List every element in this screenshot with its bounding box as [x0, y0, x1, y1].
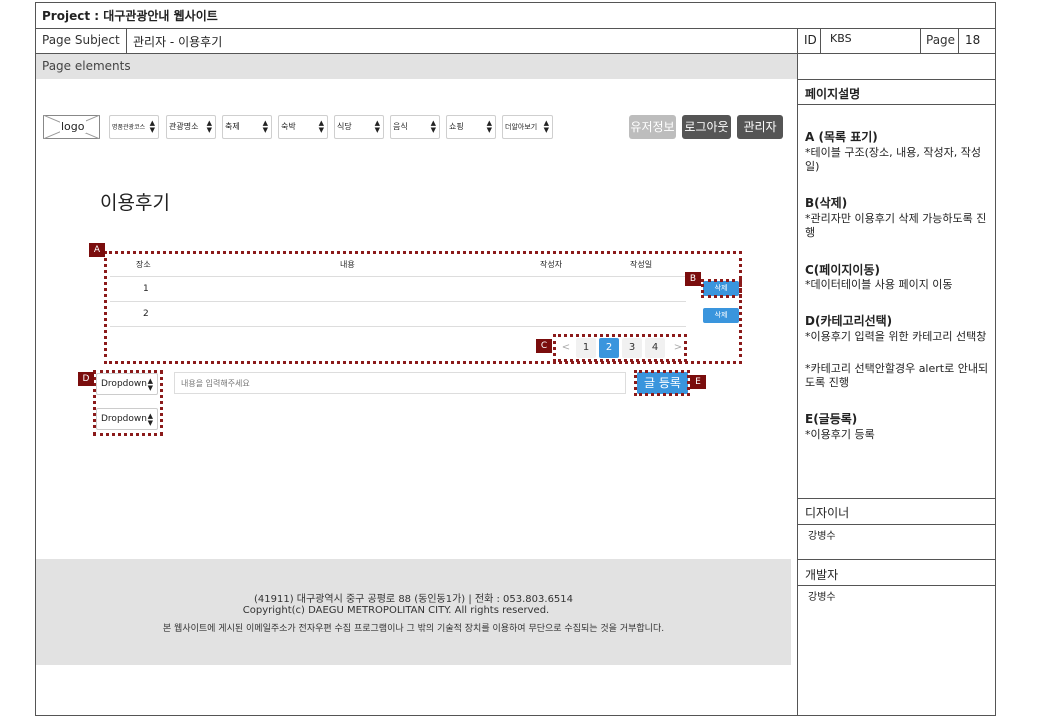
select-arrows-icon: ▲ ▼ [374, 119, 380, 134]
menu-select-attractions[interactable]: 관광명소 ▲ ▼ [166, 115, 216, 139]
logo[interactable]: logo [43, 115, 100, 139]
designer-label: 디자이너 [805, 506, 850, 520]
divider [920, 28, 921, 53]
logo-text: logo [60, 120, 86, 133]
id-value: KBS [830, 32, 852, 45]
divider [797, 104, 996, 105]
menu-select-food[interactable]: 음식 ▲ ▼ [390, 115, 440, 139]
footer-copyright: Copyright(c) DAEGU METROPOLITAN CITY. Al… [242, 605, 550, 616]
divider [35, 28, 996, 29]
menu-select-festival[interactable]: 축제 ▲ ▼ [222, 115, 272, 139]
desc-e-body: *이용후기 등록 [805, 428, 875, 441]
page-elements-band [36, 54, 797, 79]
desc-b-head: B(삭제) [805, 196, 848, 210]
side-title: 페이지설명 [805, 87, 861, 101]
subject-value: 관리자 - 이용후기 [133, 35, 223, 49]
desc-d-head: D(카테고리선택) [805, 314, 893, 328]
annotation-box-d [93, 370, 163, 436]
select-arrows-icon: ▲ ▼ [262, 119, 268, 134]
annotation-tag-a: A [89, 243, 105, 257]
select-arrows-icon: ▲ ▼ [543, 119, 549, 134]
annotation-box-b [701, 279, 742, 298]
divider [126, 28, 127, 53]
user-info-button[interactable]: 유저정보 [629, 115, 676, 139]
admin-button[interactable]: 관리자 [737, 115, 783, 139]
divider [797, 79, 996, 80]
subject-label: Page Subject [42, 33, 120, 47]
desc-a-head: A (목록 표기) [805, 130, 878, 144]
footer-notice: 본 웹사이트에 게시된 이메일주소가 전자우편 수집 프로그램이나 그 밖의 기… [162, 624, 665, 634]
menu-label: 식당 [337, 122, 352, 131]
desc-c-body: *데이터테이블 사용 페이지 이동 [805, 278, 953, 291]
menu-label: 숙박 [281, 122, 296, 131]
developer-label: 개발자 [805, 568, 839, 582]
menu-label: 관광명소 [169, 122, 199, 131]
divider [797, 585, 996, 586]
desc-e-head: E(글등록) [805, 412, 858, 426]
annotation-tag-c: C [536, 339, 552, 353]
divider [820, 28, 821, 53]
divider [958, 28, 959, 53]
review-content-input[interactable] [174, 372, 626, 394]
menu-label: 음식 [393, 122, 408, 131]
annotation-tag-b: B [685, 272, 701, 286]
divider [797, 524, 996, 525]
annotation-tag-e: E [690, 375, 706, 389]
select-arrows-icon: ▲ ▼ [149, 119, 155, 134]
desc-b-body: *관리자만 이용후기 삭제 가능하도록 진행 [805, 212, 987, 239]
select-arrows-icon: ▲ ▼ [430, 119, 436, 134]
page-elements-label: Page elements [42, 59, 131, 73]
select-arrows-icon: ▲ ▼ [318, 119, 324, 134]
developer-value: 강병수 [808, 592, 836, 603]
footer-address: (41911) 대구광역시 중구 공평로 88 (동인동1가) | 전화 : 0… [253, 594, 574, 605]
menu-select-lodging[interactable]: 숙박 ▲ ▼ [278, 115, 328, 139]
annotation-box-e [634, 370, 690, 396]
divider [797, 498, 996, 499]
menu-label: 축제 [225, 122, 240, 131]
menu-label: 쇼핑 [449, 122, 464, 131]
project-title: Project : 대구관광안내 웹사이트 [42, 9, 218, 23]
menu-select-shopping[interactable]: 쇼핑 ▲ ▼ [446, 115, 496, 139]
designer-value: 강병수 [808, 531, 836, 542]
annotation-box-c [553, 334, 687, 362]
menu-select-restaurant[interactable]: 식당 ▲ ▼ [334, 115, 384, 139]
divider [797, 28, 798, 716]
desc-a-body: *테이블 구조(장소, 내용, 작성자, 작성일) [805, 146, 981, 173]
divider [797, 559, 996, 560]
menu-label: 명품관광코스 [112, 124, 146, 131]
id-label: ID [804, 33, 817, 47]
page-label: Page [926, 33, 956, 47]
desc-d-body-2: *카테고리 선택안할경우 alert로 안내되도록 진행 [805, 362, 989, 389]
logout-button[interactable]: 로그아웃 [682, 115, 731, 139]
page-title: 이용후기 [100, 192, 170, 214]
menu-select-course[interactable]: 명품관광코스 ▲ ▼ [109, 115, 159, 139]
annotation-tag-d: D [78, 372, 94, 386]
menu-label: 더알아보기 [505, 123, 538, 131]
select-arrows-icon: ▲ ▼ [486, 119, 492, 134]
page-number: 18 [965, 33, 981, 47]
menu-select-more[interactable]: 더알아보기 ▲ ▼ [502, 115, 553, 139]
desc-d-body: *이용후기 입력을 위한 카테고리 선택창 [805, 330, 987, 343]
desc-c-head: C(페이지이동) [805, 263, 880, 277]
select-arrows-icon: ▲ ▼ [206, 119, 212, 134]
